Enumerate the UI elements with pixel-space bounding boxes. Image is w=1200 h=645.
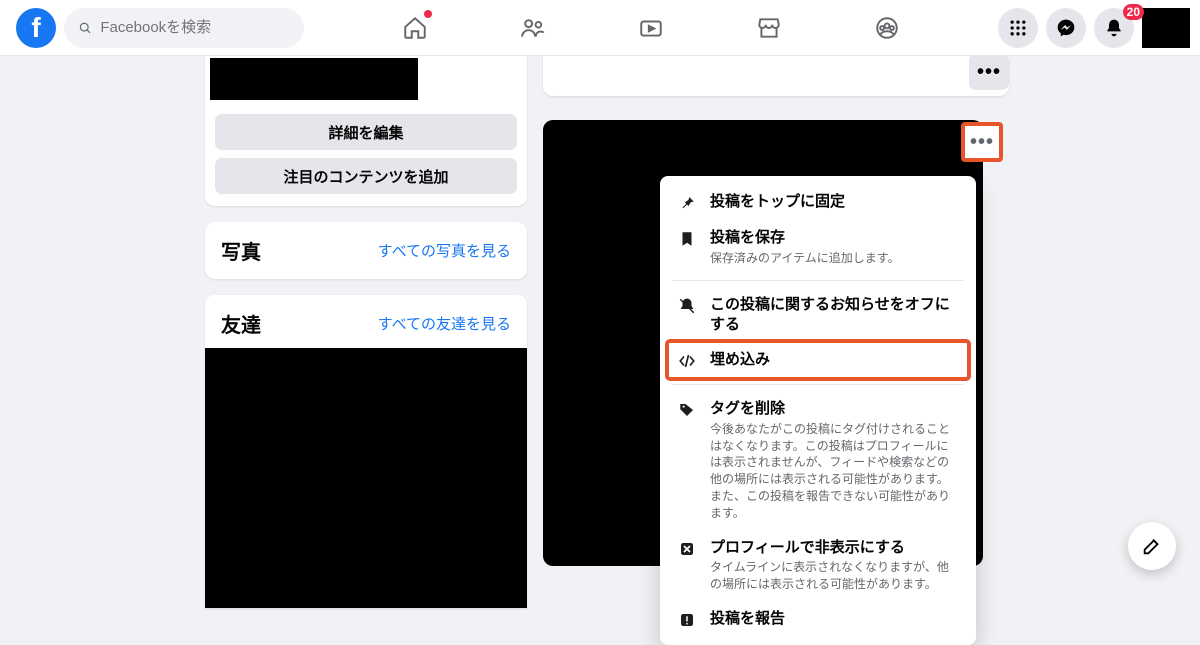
photos-see-all-link[interactable]: すべての写真を見る [378, 240, 511, 261]
search-icon [78, 20, 92, 36]
post-options-menu: 投稿をトップに固定 投稿を保存 保存済みのアイテムに追加します。 この投稿に関す… [660, 176, 976, 645]
notifications-badge: 20 [1123, 4, 1144, 20]
nav-left: f [0, 8, 304, 48]
report-icon [678, 611, 696, 629]
menu-label: 投稿を報告 [710, 609, 785, 629]
photos-title: 写真 [221, 236, 261, 265]
code-icon [678, 352, 696, 370]
bell-icon [1104, 18, 1124, 38]
menu-grid-icon [1008, 18, 1028, 38]
menu-label: 投稿をトップに固定 [710, 192, 845, 212]
tag-remove-icon [678, 401, 696, 419]
menu-turn-off-notifications[interactable]: この投稿に関するお知らせをオフにする [668, 287, 968, 342]
top-nav: f 20 [0, 0, 1200, 56]
menu-label: タグを削除 [710, 399, 960, 419]
notifications-button[interactable]: 20 [1094, 8, 1134, 48]
menu-hide-from-profile[interactable]: プロフィールで非表示にする タイムラインに表示されなくなりますが、他の場所には表… [668, 530, 968, 601]
friends-grid-redacted [205, 348, 527, 608]
menu-save-post[interactable]: 投稿を保存 保存済みのアイテムに追加します。 [668, 220, 968, 274]
photos-card: 写真 すべての写真を見る [205, 222, 527, 279]
messenger-icon [1056, 18, 1076, 38]
marketplace-icon [756, 15, 782, 41]
tab-watch[interactable] [596, 0, 706, 56]
menu-divider [672, 280, 964, 281]
friends-title: 友達 [221, 309, 261, 338]
menu-label: この投稿に関するお知らせをオフにする [710, 295, 960, 334]
home-notification-dot [424, 10, 432, 18]
menu-remove-tag[interactable]: タグを削除 今後あなたがこの投稿にタグ付けされることはなくなります。この投稿はプ… [668, 391, 968, 529]
tab-groups[interactable] [832, 0, 942, 56]
page-body: 詳細を編集 注目のコンテンツを追加 写真 すべての写真を見る 友達 すべての友達… [0, 56, 1200, 590]
bell-off-icon [678, 297, 696, 315]
home-icon [402, 15, 428, 41]
nav-center [304, 0, 998, 56]
menu-report-post[interactable]: 投稿を報告 [668, 601, 968, 637]
menu-embed[interactable]: 埋め込み [668, 342, 968, 378]
account-avatar[interactable] [1142, 8, 1190, 48]
menu-button[interactable] [998, 8, 1038, 48]
menu-pin-post[interactable]: 投稿をトップに固定 [668, 184, 968, 220]
friends-see-all-link[interactable]: すべての友達を見る [378, 313, 511, 334]
post-more-button[interactable]: ••• [961, 122, 1003, 162]
menu-label: プロフィールで非表示にする [710, 538, 960, 558]
menu-sublabel: タイムラインに表示されなくなりますが、他の場所には表示される可能性があります。 [710, 559, 960, 593]
tab-home[interactable] [360, 0, 470, 56]
friends-icon [520, 15, 546, 41]
bookmark-icon [678, 230, 696, 248]
hide-icon [678, 540, 696, 558]
menu-sublabel: 保存済みのアイテムに追加します。 [710, 250, 900, 267]
watch-icon [638, 15, 664, 41]
menu-sublabel: 今後あなたがこの投稿にタグ付けされることはなくなります。この投稿はプロフィールに… [710, 421, 960, 522]
compose-fab[interactable] [1128, 522, 1176, 570]
search-input[interactable] [100, 19, 290, 36]
menu-label: 埋め込み [710, 350, 770, 370]
messenger-button[interactable] [1046, 8, 1086, 48]
profile-more-button[interactable]: ••• [969, 54, 1009, 90]
nav-right: 20 [998, 8, 1200, 48]
menu-label: 投稿を保存 [710, 228, 900, 248]
tab-friends[interactable] [478, 0, 588, 56]
intro-card: 詳細を編集 注目のコンテンツを追加 [205, 48, 527, 206]
edit-details-button[interactable]: 詳細を編集 [215, 114, 517, 150]
search-box[interactable] [64, 8, 304, 48]
add-featured-button[interactable]: 注目のコンテンツを追加 [215, 158, 517, 194]
facebook-logo[interactable]: f [16, 8, 56, 48]
tab-marketplace[interactable] [714, 0, 824, 56]
menu-divider [672, 384, 964, 385]
compose-icon [1141, 535, 1163, 557]
friends-card: 友達 すべての友達を見る [205, 295, 527, 608]
groups-icon [874, 15, 900, 41]
left-column: 詳細を編集 注目のコンテンツを追加 写真 すべての写真を見る 友達 すべての友達… [205, 48, 527, 608]
pin-icon [678, 194, 696, 212]
redacted-name [210, 58, 418, 100]
